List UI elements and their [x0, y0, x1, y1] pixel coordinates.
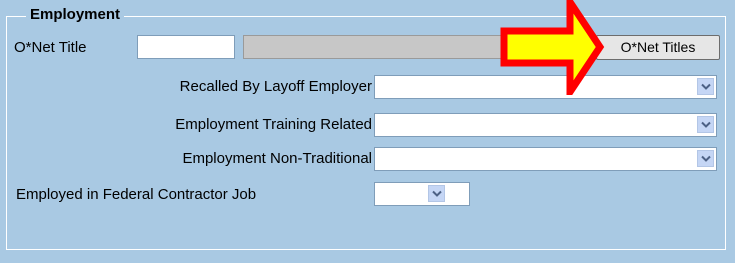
chevron-down-icon[interactable] — [697, 150, 714, 167]
onet-title-label: O*Net Title — [14, 39, 87, 56]
arrow-right-icon — [500, 0, 605, 95]
chevron-down-icon[interactable] — [697, 116, 714, 133]
chevron-down-icon[interactable] — [428, 185, 445, 202]
employment-training-related-label: Employment Training Related — [175, 116, 372, 133]
onet-titles-button[interactable]: O*Net Titles — [596, 35, 720, 60]
chevron-down-icon[interactable] — [697, 78, 714, 95]
employment-training-related-select[interactable] — [374, 113, 717, 137]
onet-code-input[interactable] — [137, 35, 235, 59]
section-legend: Employment — [26, 6, 125, 24]
employed-federal-contractor-select[interactable] — [374, 182, 470, 206]
recalled-by-layoff-employer-label: Recalled By Layoff Employer — [179, 78, 372, 95]
employment-panel: Employment O*Net Title O*Net Titles Reca… — [0, 0, 735, 263]
employed-federal-contractor-label: Employed in Federal Contractor Job — [16, 186, 257, 203]
employment-non-traditional-label: Employment Non-Traditional — [182, 150, 372, 167]
employment-non-traditional-select[interactable] — [374, 147, 717, 171]
